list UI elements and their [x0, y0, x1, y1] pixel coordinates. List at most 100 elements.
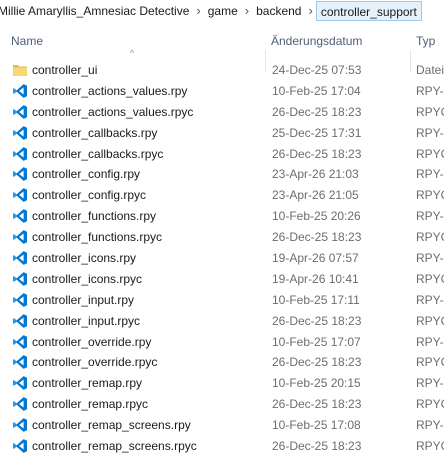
vscode-file-icon	[12, 83, 28, 99]
file-date: 26-Dec-25 18:23	[272, 355, 362, 370]
file-type: RPY-I	[416, 376, 444, 391]
file-type: RPYC	[416, 439, 444, 454]
file-type: RPYC	[416, 230, 444, 245]
folder-icon	[12, 62, 28, 78]
file-name[interactable]: controller_icons.rpy	[32, 248, 136, 269]
file-type: RPYC	[416, 313, 444, 328]
vscode-file-icon	[12, 417, 28, 433]
file-row[interactable]: controller_config.rpyc 23-Apr-26 21:05 RPY…	[0, 185, 444, 206]
file-name[interactable]: controller_config.rpy	[32, 164, 140, 185]
file-date: 19-Apr-26 10:41	[272, 271, 359, 286]
file-date: 26-Dec-25 18:23	[272, 439, 362, 454]
file-row[interactable]: controller_remap_screens.rpy 10-Feb-25 17…	[0, 415, 444, 436]
vscode-file-icon	[12, 187, 28, 203]
file-date: 26-Dec-25 18:23	[272, 313, 362, 328]
file-type: RPYC	[416, 104, 444, 119]
file-date: 26-Dec-25 18:23	[272, 146, 362, 161]
file-list: controller_ui 24-Dec-25 07:53 Datei control…	[0, 60, 444, 457]
file-type: RPYC	[416, 146, 444, 161]
file-type: RPYC	[416, 355, 444, 370]
column-header-type[interactable]: Typ	[416, 22, 435, 60]
file-date: 23-Apr-26 21:05	[272, 188, 359, 203]
file-row[interactable]: controller_callbacks.rpyc 26-Dec-25 18:23…	[0, 144, 444, 165]
vscode-file-icon	[12, 104, 28, 120]
file-name[interactable]: controller_callbacks.rpy	[32, 123, 157, 144]
file-name[interactable]: controller_input.rpyc	[32, 311, 140, 332]
file-row[interactable]: controller_callbacks.rpy 25-Dec-25 17:31 R…	[0, 123, 444, 144]
file-type: RPY-I	[416, 292, 444, 307]
vscode-file-icon	[12, 250, 28, 266]
file-name[interactable]: controller_override.rpy	[32, 332, 151, 353]
file-name[interactable]: controller_remap.rpyc	[32, 394, 148, 415]
file-date: 25-Dec-25 17:31	[272, 125, 362, 140]
file-row[interactable]: controller_functions.rpy 10-Feb-25 20:26 R…	[0, 206, 444, 227]
file-name[interactable]: controller_remap_screens.rpy	[32, 415, 191, 436]
file-date: 10-Feb-25 20:26	[272, 209, 361, 224]
file-name[interactable]: controller_ui	[32, 60, 97, 81]
file-row[interactable]: controller_icons.rpyc 19-Apr-26 10:41 RPYC	[0, 269, 444, 290]
column-header-row: ^ Name Änderungsdatum Typ	[0, 22, 444, 72]
breadcrumb-separator-icon[interactable]: ›	[242, 0, 252, 22]
file-type: RPY-I	[416, 125, 444, 140]
file-row[interactable]: controller_actions_values.rpy 10-Feb-25 1…	[0, 81, 444, 102]
file-name[interactable]: controller_actions_values.rpyc	[32, 102, 193, 123]
file-type: RPYC	[416, 397, 444, 412]
file-date: 19-Apr-26 07:57	[272, 251, 359, 266]
file-row[interactable]: controller_remap.rpy 10-Feb-25 20:15 RPY-I	[0, 373, 444, 394]
file-name[interactable]: controller_icons.rpyc	[32, 269, 142, 290]
file-row[interactable]: controller_ui 24-Dec-25 07:53 Datei	[0, 60, 444, 81]
file-row[interactable]: controller_input.rpyc 26-Dec-25 18:23 RPYC	[0, 311, 444, 332]
file-name[interactable]: controller_remap_screens.rpyc	[32, 436, 197, 457]
column-header-date[interactable]: Änderungsdatum	[271, 22, 362, 60]
file-row[interactable]: controller_input.rpy 10-Feb-25 17:11 RPY-I	[0, 290, 444, 311]
file-date: 10-Feb-25 20:15	[272, 376, 361, 391]
breadcrumb: Millie Amaryllis_Amnesiac Detective › ga…	[0, 0, 444, 23]
breadcrumb-item-game[interactable]: game	[204, 0, 242, 22]
file-type: RPY-I	[416, 209, 444, 224]
column-header-name[interactable]: Name	[11, 22, 43, 60]
sort-ascending-icon: ^	[130, 48, 135, 58]
breadcrumb-item-current[interactable]: controller_support	[315, 1, 422, 21]
vscode-file-icon	[12, 208, 28, 224]
file-name[interactable]: controller_override.rpyc	[32, 352, 157, 373]
vscode-file-icon	[12, 292, 28, 308]
file-date: 10-Feb-25 17:08	[272, 418, 361, 433]
file-date: 10-Feb-25 17:07	[272, 334, 361, 349]
file-date: 26-Dec-25 18:23	[272, 104, 362, 119]
file-type: Datei	[416, 63, 444, 77]
file-row[interactable]: controller_remap.rpyc 26-Dec-25 18:23 RPYC	[0, 394, 444, 415]
file-name[interactable]: controller_functions.rpyc	[32, 227, 162, 248]
file-row[interactable]: controller_config.rpy 23-Apr-26 21:03 RPY-…	[0, 164, 444, 185]
file-date: 26-Dec-25 18:23	[272, 397, 362, 412]
file-row[interactable]: controller_override.rpyc 26-Dec-25 18:23 R…	[0, 352, 444, 373]
breadcrumb-separator-icon[interactable]: ›	[193, 0, 203, 22]
breadcrumb-item-backend[interactable]: backend	[252, 0, 305, 22]
vscode-file-icon	[12, 166, 28, 182]
vscode-file-icon	[12, 354, 28, 370]
file-row[interactable]: controller_override.rpy 10-Feb-25 17:07 RP…	[0, 332, 444, 353]
file-row[interactable]: controller_functions.rpyc 26-Dec-25 18:23…	[0, 227, 444, 248]
vscode-file-icon	[12, 375, 28, 391]
file-name[interactable]: controller_input.rpy	[32, 290, 134, 311]
file-name[interactable]: controller_config.rpyc	[32, 185, 146, 206]
file-name[interactable]: controller_callbacks.rpyc	[32, 144, 163, 165]
vscode-file-icon	[12, 125, 28, 141]
file-row[interactable]: controller_remap_screens.rpyc 26-Dec-25 1…	[0, 436, 444, 457]
vscode-file-icon	[12, 229, 28, 245]
file-row[interactable]: controller_icons.rpy 19-Apr-26 07:57 RPY-I	[0, 248, 444, 269]
vscode-file-icon	[12, 271, 28, 287]
file-type: RPY-I	[416, 83, 444, 98]
vscode-file-icon	[12, 334, 28, 350]
breadcrumb-item-root[interactable]: Millie Amaryllis_Amnesiac Detective	[0, 0, 193, 22]
file-date: 23-Apr-26 21:03	[272, 167, 359, 182]
file-date: 10-Feb-25 17:11	[272, 292, 360, 307]
file-name[interactable]: controller_functions.rpy	[32, 206, 156, 227]
vscode-file-icon	[12, 396, 28, 412]
file-type: RPY-I	[416, 418, 444, 433]
file-name[interactable]: controller_actions_values.rpy	[32, 81, 187, 102]
file-row[interactable]: controller_actions_values.rpyc 26-Dec-25 …	[0, 102, 444, 123]
file-type: RPY-I	[416, 167, 444, 182]
breadcrumb-separator-icon[interactable]: ›	[305, 0, 315, 22]
file-type: RPYC	[416, 271, 444, 286]
file-name[interactable]: controller_remap.rpy	[32, 373, 142, 394]
